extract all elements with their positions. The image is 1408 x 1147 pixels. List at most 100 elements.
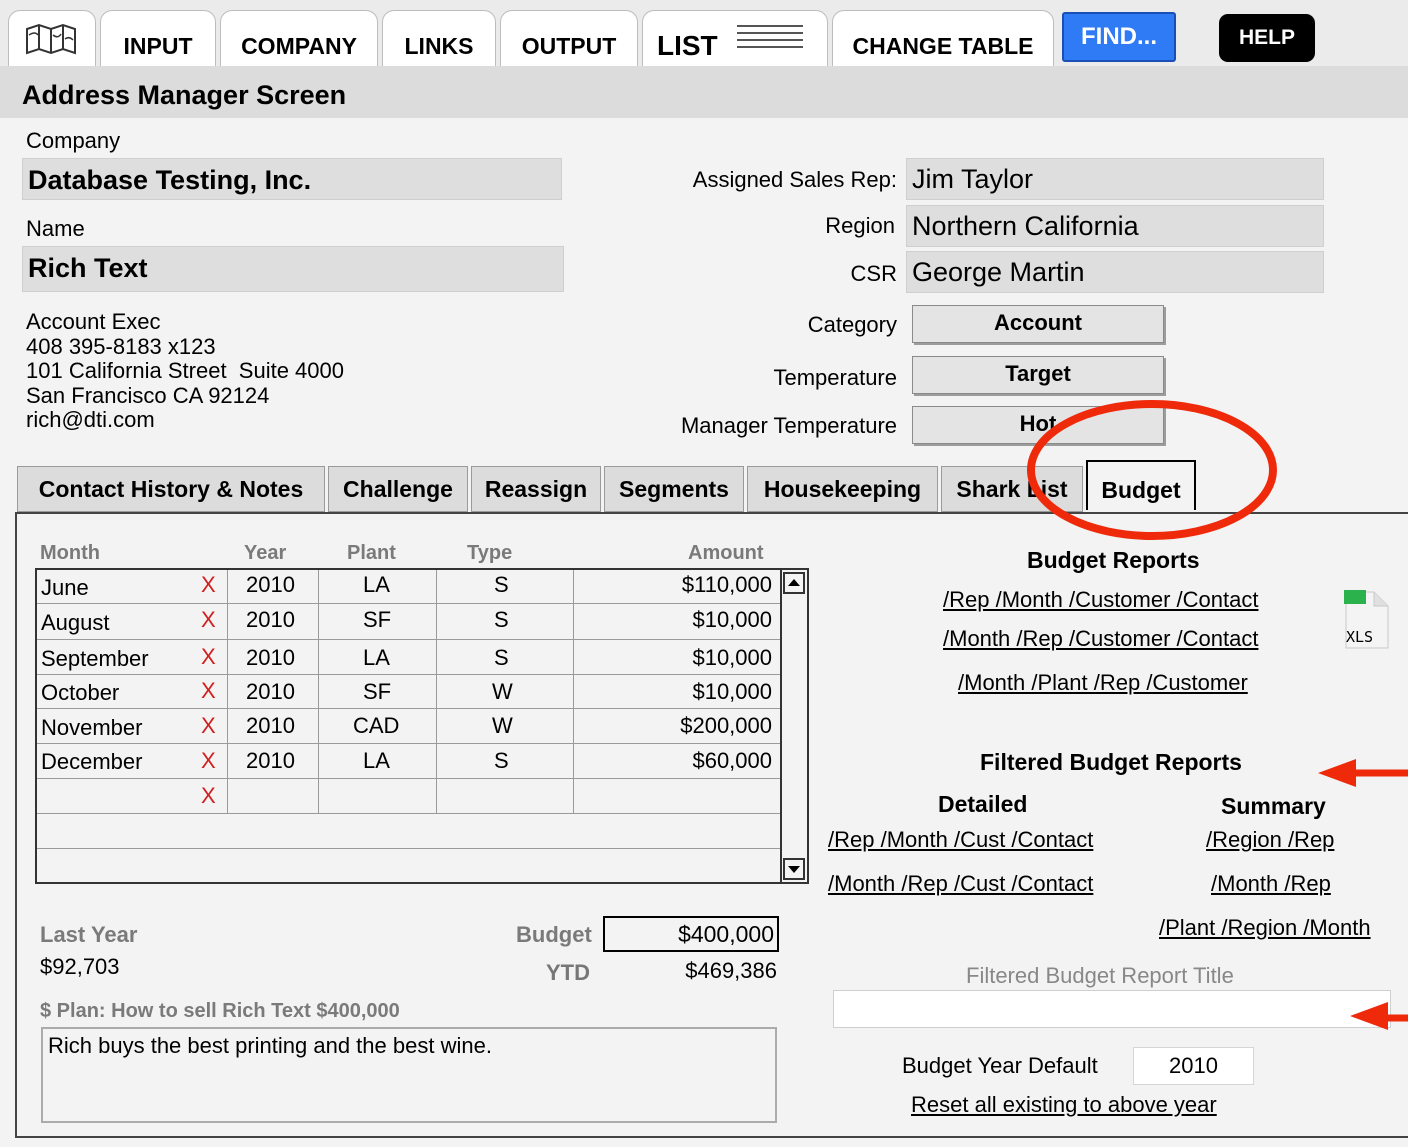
row-amount[interactable]: $10,000 bbox=[692, 645, 772, 671]
budget-field[interactable]: $400,000 bbox=[603, 916, 779, 952]
ytd-value: $469,386 bbox=[685, 958, 777, 983]
row-year[interactable]: 2010 bbox=[246, 572, 295, 598]
delete-row-icon[interactable]: X bbox=[201, 783, 216, 809]
delete-row-icon[interactable]: X bbox=[201, 607, 216, 633]
row-type[interactable]: S bbox=[494, 645, 509, 671]
sales-rep-field[interactable]: Jim Taylor bbox=[906, 158, 1324, 200]
summary-link-plant-region-month[interactable]: /Plant /Region /Month bbox=[1159, 915, 1371, 941]
tab-input[interactable]: INPUT bbox=[100, 10, 216, 66]
scroll-down-button[interactable] bbox=[783, 858, 805, 880]
row-year[interactable]: 2010 bbox=[246, 679, 295, 705]
map-tab[interactable] bbox=[8, 10, 96, 66]
row-type[interactable]: W bbox=[492, 713, 513, 739]
temperature-popup[interactable]: Target bbox=[912, 356, 1164, 394]
summary-link-region-rep[interactable]: /Region /Rep bbox=[1206, 827, 1334, 853]
filtered-link-month-rep-cust-contact[interactable]: /Month /Rep /Cust /Contact bbox=[828, 871, 1093, 897]
row-year[interactable]: 2010 bbox=[246, 645, 295, 671]
row-month[interactable]: June bbox=[41, 575, 89, 601]
row-month[interactable]: December bbox=[41, 749, 142, 775]
csr-field[interactable]: George Martin bbox=[906, 251, 1324, 293]
portal-scrollbar[interactable] bbox=[780, 570, 807, 882]
row-amount[interactable]: $60,000 bbox=[692, 748, 772, 774]
row-amount[interactable]: $10,000 bbox=[692, 607, 772, 633]
tab-challenge[interactable]: Challenge bbox=[328, 466, 468, 512]
filtered-reports-title: Filtered Budget Reports bbox=[980, 749, 1242, 775]
tab-change-table[interactable]: CHANGE TABLE bbox=[832, 10, 1054, 66]
row-amount[interactable]: $200,000 bbox=[680, 713, 772, 739]
row-month[interactable]: August bbox=[41, 610, 110, 636]
region-field[interactable]: Northern California bbox=[906, 205, 1324, 247]
delete-row-icon[interactable]: X bbox=[201, 713, 216, 739]
filtered-link-rep-month-cust-contact[interactable]: /Rep /Month /Cust /Contact bbox=[828, 827, 1093, 853]
delete-row-icon[interactable]: X bbox=[201, 572, 216, 598]
row-divider bbox=[37, 639, 780, 640]
delete-row-icon[interactable]: X bbox=[201, 748, 216, 774]
row-plant[interactable]: LA bbox=[363, 645, 390, 671]
row-type[interactable]: S bbox=[494, 748, 509, 774]
top-tab-bar: INPUT COMPANY LINKS OUTPUT LIST CHANGE T… bbox=[0, 0, 1408, 66]
name-field[interactable]: Rich Text bbox=[22, 246, 564, 292]
row-type[interactable]: S bbox=[494, 572, 509, 598]
row-divider bbox=[37, 848, 780, 849]
temperature-label: Temperature bbox=[773, 365, 897, 390]
tab-reassign[interactable]: Reassign bbox=[471, 466, 601, 512]
row-type[interactable]: S bbox=[494, 607, 509, 633]
manager-temperature-popup[interactable]: Hot bbox=[912, 406, 1164, 444]
row-plant[interactable]: SF bbox=[363, 679, 391, 705]
xls-export-icon[interactable]: XLS bbox=[1344, 590, 1390, 650]
col-plant-header: Plant bbox=[347, 542, 396, 564]
company-field[interactable]: Database Testing, Inc. bbox=[22, 158, 562, 200]
scroll-up-button[interactable] bbox=[783, 572, 805, 594]
delete-row-icon[interactable]: X bbox=[201, 644, 216, 670]
plan-label: $ Plan: How to sell Rich Text $400,000 bbox=[40, 1000, 400, 1022]
reset-year-link[interactable]: Reset all existing to above year bbox=[911, 1092, 1217, 1118]
contact-title: Account Exec bbox=[26, 309, 161, 334]
budget-reports-title: Budget Reports bbox=[1027, 547, 1200, 573]
tab-shark-list[interactable]: Shark List bbox=[941, 466, 1083, 512]
tab-links[interactable]: LINKS bbox=[382, 10, 496, 66]
plan-textarea[interactable]: Rich buys the best printing and the best… bbox=[41, 1027, 777, 1123]
help-button[interactable]: HELP bbox=[1219, 14, 1315, 62]
ytd-label: YTD bbox=[546, 960, 590, 985]
row-plant[interactable]: SF bbox=[363, 607, 391, 633]
delete-row-icon[interactable]: X bbox=[201, 678, 216, 704]
tab-housekeeping[interactable]: Housekeeping bbox=[747, 466, 938, 512]
row-plant[interactable]: CAD bbox=[353, 713, 399, 739]
col-type-header: Type bbox=[467, 542, 513, 564]
report-title-input[interactable] bbox=[833, 990, 1391, 1028]
tab-budget[interactable]: Budget bbox=[1086, 460, 1196, 510]
tab-output[interactable]: OUTPUT bbox=[500, 10, 638, 66]
row-amount[interactable]: $10,000 bbox=[692, 679, 772, 705]
budget-year-label: Budget Year Default bbox=[902, 1053, 1098, 1078]
tab-segments[interactable]: Segments bbox=[604, 466, 744, 512]
summary-title: Summary bbox=[1221, 793, 1326, 819]
row-month[interactable]: October bbox=[41, 680, 119, 706]
tab-company-label: COMPANY bbox=[241, 33, 357, 59]
report-title-label: Filtered Budget Report Title bbox=[966, 963, 1234, 988]
budget-year-input[interactable]: 2010 bbox=[1133, 1047, 1254, 1085]
row-type[interactable]: W bbox=[492, 679, 513, 705]
report-link-month-rep-customer-contact[interactable]: /Month /Rep /Customer /Contact bbox=[943, 626, 1258, 652]
contact-info: Account Exec 408 395-8183 x123 101 Calif… bbox=[26, 309, 344, 433]
category-popup[interactable]: Account bbox=[912, 305, 1164, 343]
manager-temperature-label: Manager Temperature bbox=[680, 413, 897, 438]
row-plant[interactable]: LA bbox=[363, 572, 390, 598]
row-plant[interactable]: LA bbox=[363, 748, 390, 774]
find-button[interactable]: FIND... bbox=[1062, 12, 1176, 62]
tab-contact-history[interactable]: Contact History & Notes bbox=[17, 466, 325, 512]
row-year[interactable]: 2010 bbox=[246, 607, 295, 633]
list-icon bbox=[737, 25, 803, 48]
row-year[interactable]: 2010 bbox=[246, 748, 295, 774]
report-link-month-plant-rep-customer[interactable]: /Month /Plant /Rep /Customer bbox=[958, 670, 1248, 696]
report-link-rep-month-customer-contact[interactable]: /Rep /Month /Customer /Contact bbox=[943, 587, 1258, 613]
summary-link-month-rep[interactable]: /Month /Rep bbox=[1211, 871, 1331, 897]
row-year[interactable]: 2010 bbox=[246, 713, 295, 739]
csr-label: CSR bbox=[850, 261, 897, 286]
row-amount[interactable]: $110,000 bbox=[682, 572, 772, 598]
row-month[interactable]: September bbox=[41, 646, 149, 672]
tab-list[interactable]: LIST bbox=[642, 10, 828, 66]
row-month[interactable]: November bbox=[41, 715, 142, 741]
tab-company[interactable]: COMPANY bbox=[220, 10, 378, 66]
row-divider bbox=[37, 674, 780, 675]
last-year-value: $92,703 bbox=[40, 954, 120, 979]
